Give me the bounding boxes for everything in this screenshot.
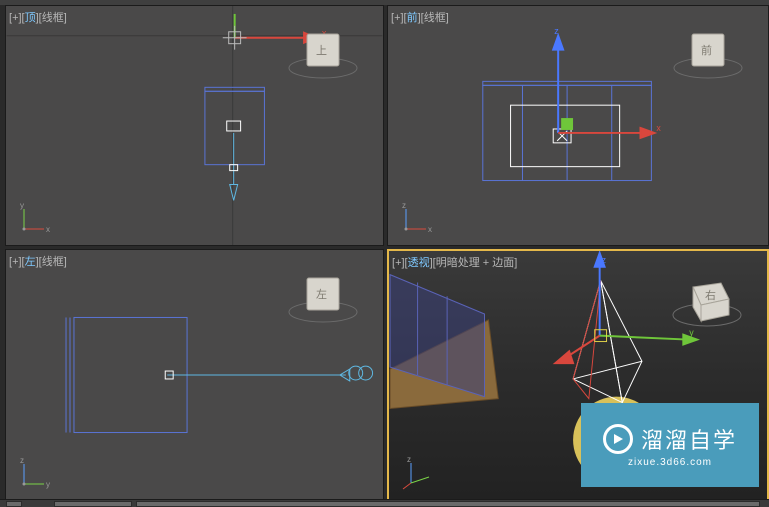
viewcube-face-label[interactable]: 右 [705,288,716,302]
watermark-subtitle: zixue.3d66.com [628,457,712,468]
trackbar-segment[interactable] [6,501,22,507]
vp-name[interactable]: 前 [407,12,418,24]
vp-name[interactable]: 顶 [25,12,36,24]
trackbar-segment[interactable] [54,501,132,507]
vp-name[interactable]: 透视 [408,257,430,269]
viewport-left[interactable]: [+][左][线框] [5,249,384,501]
viewport-perspective-axis-tripod: z [401,455,435,489]
axis-z-label: z [20,456,24,465]
viewcube-top[interactable]: 上 [283,22,363,88]
vp-shade[interactable]: 线框 [424,12,446,24]
axis-y-label: y [20,201,24,210]
axis-y-label: y [46,480,50,489]
viewport-left-axis-tripod: y z [18,456,52,490]
vp-shade[interactable]: 线框 [42,12,64,24]
gizmo-z-label: z [554,26,559,36]
vp-plus[interactable]: + [12,256,18,268]
viewport-grid: [+][顶][线框] x [5,5,769,499]
axis-x-label: x [46,225,50,234]
vp-shade[interactable]: 明暗处理 + 边面 [436,257,515,269]
viewcube-face-label[interactable]: 上 [316,44,327,57]
axis-z-label: z [402,201,406,210]
vp-plus[interactable]: + [395,257,401,269]
trackbar-segment[interactable] [136,501,760,507]
timeline-trackbar[interactable] [0,499,769,507]
viewcube-face-label[interactable]: 前 [701,43,712,57]
vp-name[interactable]: 左 [25,256,36,268]
viewport-top-label[interactable]: [+][顶][线框] [9,9,67,25]
axis-z-label: z [407,455,411,464]
axis-x-label: x [428,225,432,234]
gizmo-z-label: z [602,255,606,265]
viewport-perspective[interactable]: [+][透视][明暗处理 + 边面] [387,249,769,501]
gizmo-x-label: x [656,123,661,133]
viewcube-face-label[interactable]: 左 [316,288,327,301]
viewcube-perspective[interactable]: 右 [667,267,747,333]
watermark-badge: 溜溜自学 zixue.3d66.com [581,403,759,487]
vp-plus[interactable]: + [394,12,400,24]
viewport-front-axis-tripod: x z [400,201,434,235]
viewport-top[interactable]: [+][顶][线框] x [5,5,384,246]
play-icon [603,424,633,454]
watermark-title: 溜溜自学 [641,423,737,455]
viewcube-front[interactable]: 前 [668,22,748,88]
viewport-front[interactable]: [+][前][线框] [387,5,769,246]
viewport-front-label[interactable]: [+][前][线框] [391,9,449,25]
vp-shade[interactable]: 线框 [42,256,64,268]
viewcube-left[interactable]: 左 [283,266,363,332]
viewport-top-axis-tripod: x y [18,201,52,235]
viewport-perspective-label[interactable]: [+][透视][明暗处理 + 边面] [392,254,517,270]
vp-plus[interactable]: + [12,12,18,24]
viewport-left-label[interactable]: [+][左][线框] [9,253,67,269]
